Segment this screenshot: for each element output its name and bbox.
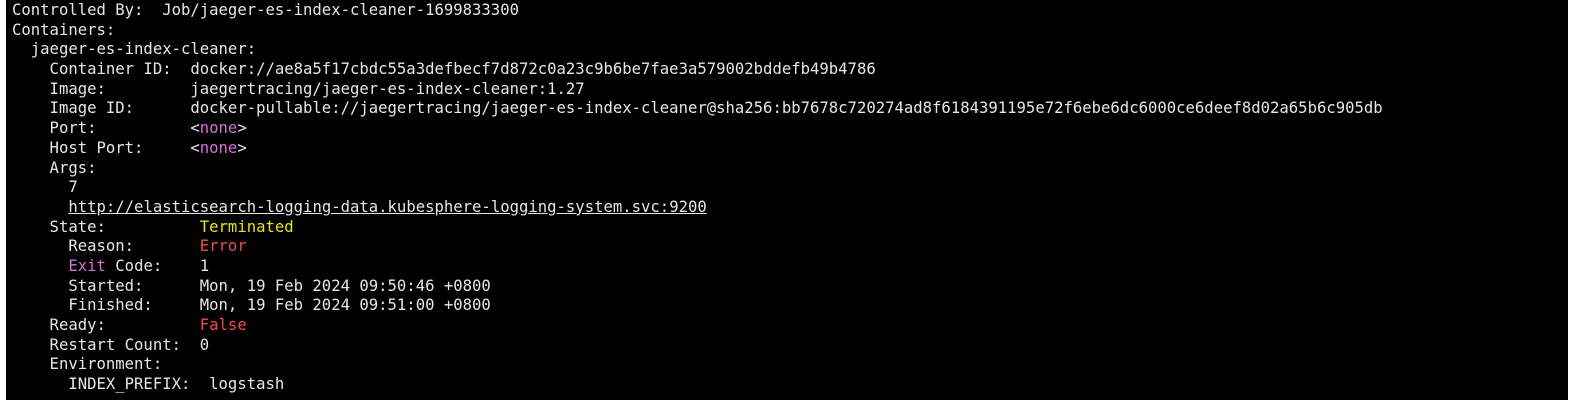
line-text: Ready: bbox=[12, 316, 200, 334]
line-text: INDEX_PREFIX: logstash bbox=[12, 375, 285, 394]
highlighted-text: none bbox=[199, 119, 238, 138]
terminal-line-image: Image: jaegertracing/jaeger-es-index-cle… bbox=[12, 80, 1383, 100]
line-text: Container ID: docker://ae8a5f17cbdc55a3d… bbox=[12, 60, 876, 79]
terminal-line-environment-header: Environment: bbox=[12, 355, 1383, 375]
terminal-line-container-id: Container ID: docker://ae8a5f17cbdc55a3d… bbox=[12, 60, 1383, 80]
terminal-line-arg-url: http://elasticsearch-logging-data.kubesp… bbox=[12, 198, 1383, 218]
line-text: > bbox=[237, 119, 247, 138]
line-text: > bbox=[237, 138, 247, 157]
highlighted-text: Exit bbox=[68, 256, 106, 275]
line-text: Port: < bbox=[12, 119, 200, 138]
terminal-line-exit-code: Exit Code: 1 bbox=[12, 257, 1383, 277]
line-text: Host Port: < bbox=[12, 138, 200, 157]
terminal-line-finished: Finished: Mon, 19 Feb 2024 09:51:00 +080… bbox=[12, 296, 1383, 316]
terminal-line-container-name: jaeger-es-index-cleaner: bbox=[12, 40, 1383, 60]
terminal-line-args-header: Args: bbox=[12, 159, 1383, 179]
line-text: Image ID: docker-pullable://jaegertracin… bbox=[12, 99, 1383, 118]
line-text: Containers: bbox=[12, 20, 116, 39]
highlighted-text: False bbox=[199, 316, 247, 334]
terminal-line-arg-days: 7 bbox=[12, 178, 1383, 198]
terminal-line-reason: Reason: Error bbox=[12, 237, 1383, 257]
line-text: State: bbox=[12, 217, 200, 236]
line-text: Environment: bbox=[12, 355, 163, 374]
line-text: Controlled By: Job/jaeger-es-index-clean… bbox=[12, 1, 519, 19]
line-text: Started: Mon, 19 Feb 2024 09:50:46 +0800 bbox=[12, 276, 491, 295]
terminal-line-state: State: Terminated bbox=[12, 218, 1383, 238]
line-text: Finished: Mon, 19 Feb 2024 09:51:00 +080… bbox=[12, 296, 491, 315]
terminal-line-started: Started: Mon, 19 Feb 2024 09:50:46 +0800 bbox=[12, 277, 1383, 297]
terminal-line-host-port: Host Port: <none> bbox=[12, 139, 1383, 159]
terminal-line-containers-header: Containers: bbox=[12, 21, 1383, 41]
line-text: Reason: bbox=[12, 237, 200, 256]
line-text: Restart Count: 0 bbox=[12, 335, 210, 354]
highlighted-text: Terminated bbox=[199, 217, 294, 236]
terminal-line-controlled-by: Controlled By: Job/jaeger-es-index-clean… bbox=[12, 1, 1383, 21]
highlighted-text: Error bbox=[199, 237, 247, 256]
terminal-line-port: Port: <none> bbox=[12, 119, 1383, 139]
line-text: 7 bbox=[12, 178, 78, 197]
line-text bbox=[12, 257, 68, 275]
terminal-lines: Controlled By: Job/jaeger-es-index-clean… bbox=[12, 1, 1383, 395]
url-link[interactable]: http://elasticsearch-logging-data.kubesp… bbox=[68, 198, 706, 216]
terminal-line-env-index-prefix: INDEX_PREFIX: logstash bbox=[12, 375, 1383, 395]
line-text: Code: 1 bbox=[105, 256, 210, 275]
terminal-line-ready: Ready: False bbox=[12, 316, 1383, 336]
line-text bbox=[12, 198, 68, 216]
line-text: jaeger-es-index-cleaner: bbox=[12, 40, 257, 59]
line-text: Image: jaegertracing/jaeger-es-index-cle… bbox=[12, 79, 585, 98]
terminal-line-image-id: Image ID: docker-pullable://jaegertracin… bbox=[12, 99, 1383, 119]
window-frame: Controlled By: Job/jaeger-es-index-clean… bbox=[0, 0, 1586, 400]
terminal-line-restart-count: Restart Count: 0 bbox=[12, 336, 1383, 356]
terminal-output[interactable]: Controlled By: Job/jaeger-es-index-clean… bbox=[6, 0, 1568, 400]
highlighted-text: none bbox=[199, 138, 238, 157]
line-text: Args: bbox=[12, 158, 97, 177]
